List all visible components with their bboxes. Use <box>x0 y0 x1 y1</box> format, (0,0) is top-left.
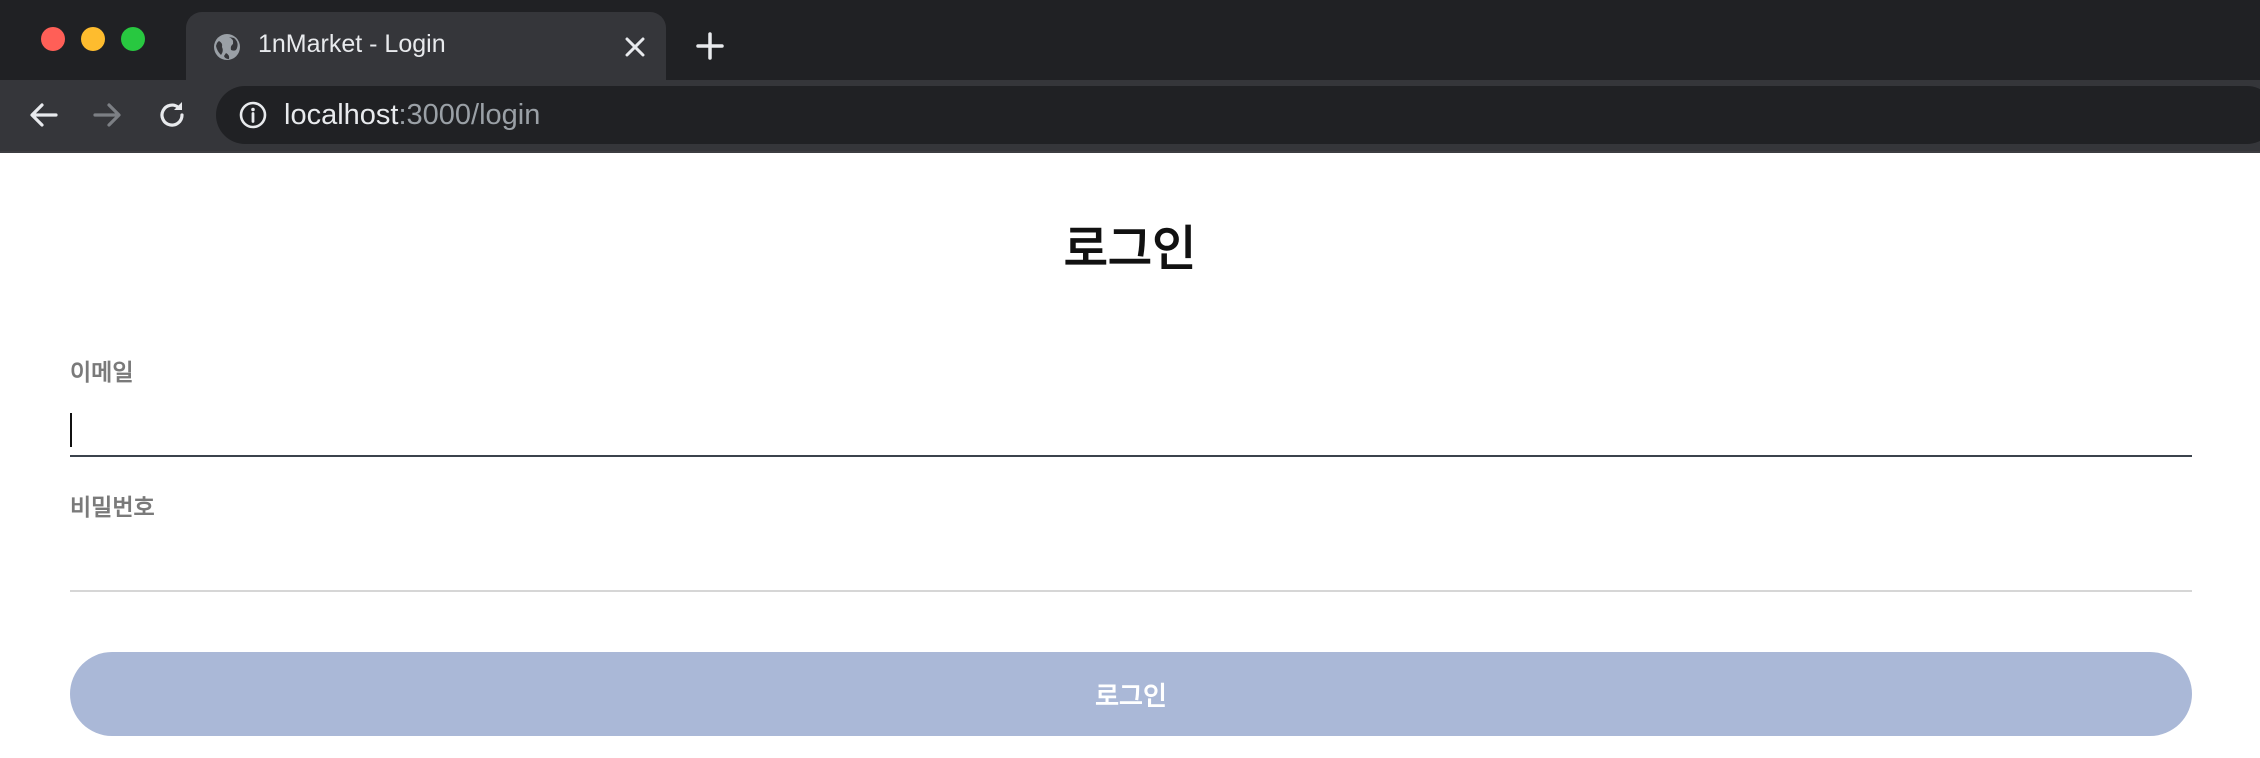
window-close-button[interactable] <box>41 27 65 51</box>
browser-window-chrome: 1nMarket - Login localhost:3000/login <box>0 0 2260 153</box>
arrow-left-icon[interactable] <box>27 98 61 132</box>
url-host: localhost <box>284 99 399 131</box>
reload-icon[interactable] <box>155 98 189 132</box>
url-text[interactable]: localhost:3000/login <box>284 99 540 132</box>
page-title: 로그인 <box>1063 223 1197 276</box>
url-path: :3000/login <box>398 99 541 131</box>
tab-active[interactable]: 1nMarket - Login <box>186 12 666 80</box>
text-cursor <box>70 413 72 447</box>
globe-icon <box>214 34 240 60</box>
browser-toolbar: localhost:3000/login <box>0 80 2260 151</box>
tab-strip: 1nMarket - Login <box>0 0 2260 80</box>
login-page: 로그인 이메일 비밀번호 로그인 <box>0 153 2260 758</box>
email-label: 이메일 <box>70 359 134 385</box>
window-maximize-button[interactable] <box>121 27 145 51</box>
info-icon[interactable] <box>238 100 268 130</box>
address-bar[interactable]: localhost:3000/login <box>216 86 2260 144</box>
arrow-right-icon[interactable] <box>90 98 124 132</box>
login-button[interactable]: 로그인 <box>70 652 2192 736</box>
tab-title: 1nMarket - Login <box>258 30 446 58</box>
password-field[interactable] <box>70 542 2192 592</box>
password-label: 비밀번호 <box>70 494 155 520</box>
email-field[interactable] <box>70 407 2192 457</box>
window-minimize-button[interactable] <box>81 27 105 51</box>
plus-icon[interactable] <box>695 31 725 61</box>
close-icon[interactable] <box>622 34 648 60</box>
